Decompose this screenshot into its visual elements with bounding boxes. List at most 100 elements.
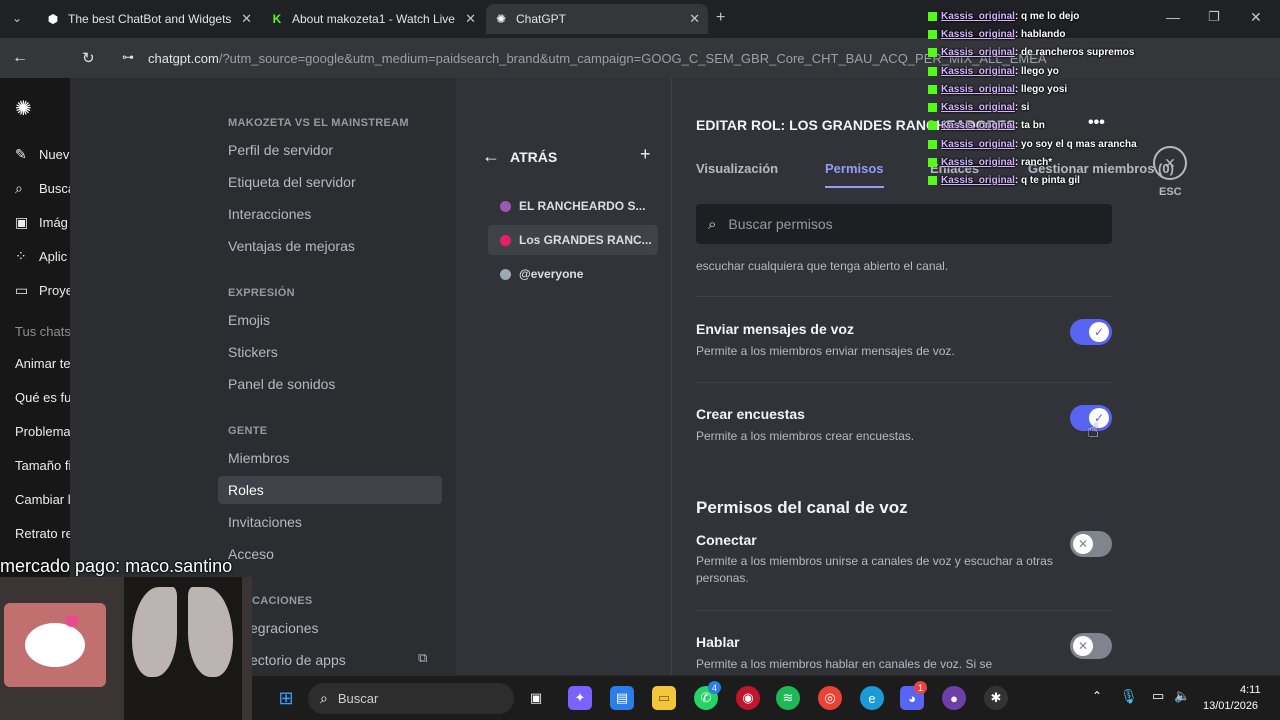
nav-app-directory[interactable]: ectorio de apps bbox=[240, 646, 442, 674]
nav-integrations[interactable]: egraciones bbox=[240, 614, 442, 642]
kick-badge-icon bbox=[928, 12, 937, 21]
copilot-icon[interactable]: ✦ bbox=[568, 686, 592, 710]
url-field[interactable]: chatgpt.com/?utm_source=google&utm_mediu… bbox=[148, 51, 1047, 66]
role-item[interactable]: @everyone bbox=[488, 259, 658, 289]
kick-badge-icon bbox=[928, 176, 937, 185]
gpt-chat-item[interactable]: Tamaño fi bbox=[15, 458, 71, 473]
close-icon[interactable]: ✕ bbox=[689, 11, 700, 27]
nav-emojis[interactable]: Emojis bbox=[218, 306, 442, 334]
windows-start-icon[interactable]: ⊞ bbox=[274, 686, 298, 710]
tab-search-icon[interactable]: ⌄ bbox=[12, 11, 22, 25]
permission-title: Conectar bbox=[696, 532, 757, 548]
add-role-button[interactable]: + bbox=[640, 144, 651, 165]
spotify-icon[interactable]: ≋ bbox=[776, 686, 800, 710]
clock-time[interactable]: 4:11 bbox=[1240, 684, 1261, 696]
gpt-apps[interactable]: ⁘ Aplic bbox=[15, 248, 67, 265]
obs-app-icon[interactable]: ● bbox=[942, 686, 966, 710]
back-button[interactable]: ← ATRÁS bbox=[482, 146, 557, 167]
close-icon[interactable]: ✕ bbox=[465, 11, 476, 27]
connect-toggle[interactable]: ✕ bbox=[1070, 531, 1112, 557]
voice-section-heading: Permisos del canal de voz bbox=[696, 498, 908, 517]
network-icon[interactable]: ▭ bbox=[1152, 688, 1164, 704]
nav-members[interactable]: Miembros bbox=[218, 444, 442, 472]
volume-icon[interactable]: 🔈 bbox=[1174, 688, 1190, 704]
gpt-images[interactable]: ▣ Imág bbox=[15, 214, 68, 231]
role-color-dot bbox=[500, 234, 511, 246]
x-icon: ✕ bbox=[1073, 534, 1093, 554]
nav-soundboard[interactable]: Panel de sonidos bbox=[218, 370, 442, 398]
kick-badge-icon bbox=[928, 103, 937, 112]
nav-interactions[interactable]: Interacciones bbox=[218, 200, 442, 228]
gpt-new-chat[interactable]: ✎ Nuev bbox=[15, 146, 69, 163]
nav-stickers[interactable]: Stickers bbox=[218, 338, 442, 366]
search-icon: ⌕ bbox=[708, 215, 717, 233]
file-explorer-icon[interactable]: ▭ bbox=[652, 686, 676, 710]
chrome-icon[interactable]: ◎ bbox=[818, 686, 842, 710]
chatbot-icon: ⬢ bbox=[47, 12, 59, 26]
nav-server-profile[interactable]: Perfil de servidor bbox=[218, 136, 442, 164]
store-icon[interactable]: ▤ bbox=[610, 686, 634, 710]
window-close-icon[interactable]: ✕ bbox=[1250, 9, 1262, 26]
tab-chatgpt[interactable]: ✺ ChatGPT ✕ bbox=[486, 4, 708, 34]
tab-display[interactable]: Visualización bbox=[696, 161, 778, 176]
kick-badge-icon bbox=[928, 140, 937, 149]
clock-date[interactable]: 13/01/2026 bbox=[1203, 700, 1258, 712]
permission-desc: escuchar cualquiera que tenga abierto el… bbox=[696, 259, 949, 273]
gpt-search[interactable]: ⌕ Busca bbox=[15, 180, 72, 197]
gpt-chat-item[interactable]: Qué es fu bbox=[15, 390, 71, 405]
folder-icon: ▭ bbox=[15, 282, 29, 298]
kick-badge-icon bbox=[928, 158, 937, 167]
site-info-icon[interactable]: ⊶ bbox=[122, 50, 134, 64]
microphone-icon[interactable]: 🎙 bbox=[1120, 688, 1138, 705]
close-button[interactable]: ✕ bbox=[1153, 146, 1187, 180]
mouse-cursor-icon: ☝ bbox=[1087, 420, 1100, 442]
task-view-icon[interactable]: ▣ bbox=[524, 686, 548, 710]
permission-desc: Permite a los miembros unirse a canales … bbox=[696, 554, 1053, 585]
nav-invites[interactable]: Invitaciones bbox=[218, 508, 442, 536]
close-icon[interactable]: ✕ bbox=[241, 11, 252, 27]
new-tab-icon[interactable]: + bbox=[716, 9, 725, 27]
kick-icon: K bbox=[272, 12, 282, 26]
chat-message: Kassis_original: ta bn bbox=[928, 120, 1045, 131]
more-options-icon[interactable]: ••• bbox=[1088, 114, 1105, 132]
nav-boost-perks[interactable]: Ventajas de mejoras bbox=[218, 232, 442, 260]
hello-kitty-image bbox=[4, 603, 106, 687]
permission-title: Crear encuestas bbox=[696, 406, 805, 422]
tab-kick[interactable]: K About makozeta1 - Watch Live ✕ bbox=[262, 4, 484, 34]
gpt-chat-item[interactable]: Animar te bbox=[15, 356, 71, 371]
chatgpt-logo-icon[interactable]: ✺ bbox=[15, 96, 32, 121]
nav-access[interactable]: Acceso bbox=[218, 540, 442, 568]
image-icon: ▣ bbox=[15, 214, 29, 230]
reload-icon[interactable]: ↻ bbox=[82, 49, 95, 67]
tray-chevron-icon[interactable]: ⌃ bbox=[1092, 689, 1102, 703]
edge-icon[interactable]: e bbox=[860, 686, 884, 710]
tab-permissions[interactable]: Permisos bbox=[825, 161, 884, 188]
nav-roles[interactable]: Roles bbox=[218, 476, 442, 504]
taskbar-search[interactable]: ⌕ Buscar bbox=[308, 683, 514, 714]
game-app-icon[interactable]: ◉ bbox=[736, 686, 760, 710]
nav-server-tag[interactable]: Etiqueta del servidor bbox=[218, 168, 442, 196]
chat-message: Kassis_original: si bbox=[928, 102, 1029, 113]
external-link-icon: ⧉ bbox=[418, 650, 428, 665]
chat-message: Kassis_original: yo soy el q mas arancha bbox=[928, 139, 1137, 150]
voice-messages-toggle[interactable]: ✓ bbox=[1070, 319, 1112, 345]
edit-icon: ✎ bbox=[15, 146, 27, 162]
search-icon: ⌕ bbox=[320, 690, 328, 706]
recording-app-icon[interactable]: ✱ bbox=[984, 686, 1008, 710]
permission-title: Enviar mensajes de voz bbox=[696, 321, 854, 337]
speak-toggle[interactable]: ✕ bbox=[1070, 633, 1112, 659]
back-icon[interactable]: ← bbox=[12, 49, 28, 67]
permission-search[interactable]: ⌕ Buscar permisos bbox=[696, 204, 1112, 244]
role-item[interactable]: EL RANCHEARDO S... bbox=[488, 191, 658, 221]
tab-chatbot[interactable]: ⬢ The best ChatBot and Widgets ✕ bbox=[38, 4, 260, 34]
minimize-icon[interactable]: — bbox=[1166, 9, 1180, 25]
gpt-projects[interactable]: ▭ Proye bbox=[15, 282, 72, 299]
gpt-chat-item[interactable]: Problema bbox=[15, 424, 71, 439]
address-bar: ← ↻ ⊶ chatgpt.com/?utm_source=google&utm… bbox=[0, 38, 1280, 78]
restore-icon[interactable]: ❐ bbox=[1208, 9, 1220, 25]
apps-heading: CACIONES bbox=[252, 595, 313, 607]
roles-column: ← ATRÁS + EL RANCHEARDO S... Los GRANDES… bbox=[456, 78, 672, 720]
gpt-chat-item[interactable]: Retrato re bbox=[15, 526, 72, 541]
role-item-selected[interactable]: Los GRANDES RANC... bbox=[488, 225, 658, 255]
gpt-chat-item[interactable]: Cambiar l bbox=[15, 492, 71, 507]
